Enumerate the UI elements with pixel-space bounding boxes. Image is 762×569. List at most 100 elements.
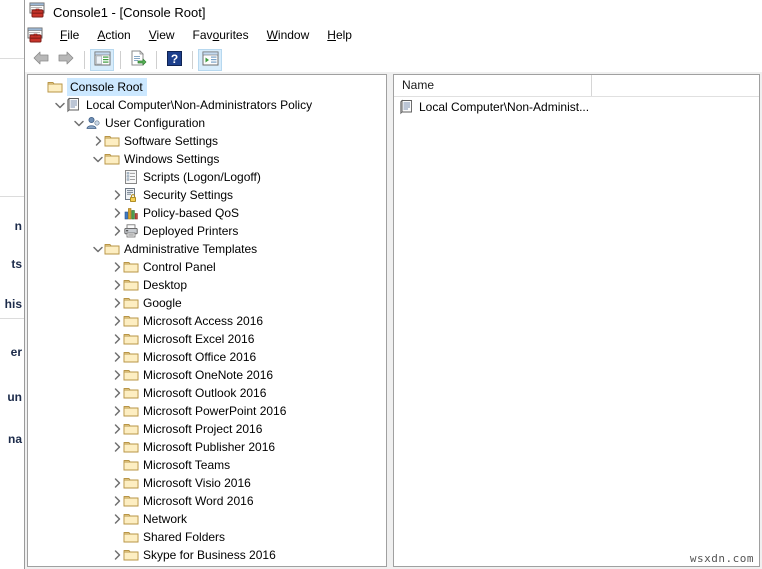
tree-node[interactable]: Local Computer\Non-Administrators Policy — [28, 96, 386, 114]
folder-icon — [104, 133, 120, 149]
tree-node[interactable]: Network — [28, 510, 386, 528]
bar-chart-icon — [123, 205, 139, 221]
tree-node[interactable]: User Configuration — [28, 114, 386, 132]
menu-item-help[interactable]: Help — [318, 26, 361, 44]
tree-node[interactable]: Microsoft OneNote 2016 — [28, 366, 386, 384]
tree-node[interactable]: Desktop — [28, 276, 386, 294]
tree-node[interactable]: Google — [28, 294, 386, 312]
tree-node[interactable]: Skype for Business 2016 — [28, 546, 386, 564]
result-pane[interactable]: Name Local Computer\Non-Administ... — [393, 74, 760, 567]
tree-expander-none — [110, 456, 123, 474]
tree-node[interactable]: Security Settings — [28, 186, 386, 204]
console-tree: Console Root Local Computer\Non-Administr… — [28, 75, 386, 566]
chevron-right-icon[interactable] — [110, 510, 123, 528]
folder-icon — [47, 79, 63, 95]
toolbar-separator — [84, 50, 85, 69]
tree-node[interactable]: Control Panel — [28, 258, 386, 276]
chevron-right-icon[interactable] — [110, 186, 123, 204]
menu-item-file[interactable]: File — [51, 26, 88, 44]
chevron-down-icon[interactable] — [72, 114, 85, 132]
tree-node[interactable]: Shared Folders — [28, 528, 386, 546]
tree-node-label: Console Root — [67, 78, 147, 96]
back-arrow-icon — [32, 50, 50, 69]
tree-node[interactable]: Windows Settings — [28, 150, 386, 168]
forward-button[interactable] — [54, 49, 78, 71]
tree-node[interactable] — [28, 564, 386, 566]
chevron-down-icon[interactable] — [53, 96, 66, 114]
watermark: wsxdn.com — [689, 552, 754, 565]
folder-icon — [104, 151, 120, 167]
background-text-fragment: na — [7, 432, 22, 446]
chevron-right-icon[interactable] — [110, 474, 123, 492]
folder-icon — [123, 547, 139, 563]
svg-text:?: ? — [170, 52, 177, 66]
export-list-button[interactable] — [126, 49, 150, 71]
title-bar[interactable]: Console1 - [Console Root] — [25, 0, 762, 24]
tree-node[interactable]: Microsoft Project 2016 — [28, 420, 386, 438]
chevron-right-icon[interactable] — [110, 366, 123, 384]
tree-node[interactable]: Microsoft Teams — [28, 456, 386, 474]
mmc-console-icon — [27, 27, 45, 43]
tree-node[interactable]: Policy-based QoS — [28, 204, 386, 222]
chevron-down-icon[interactable] — [91, 240, 104, 258]
tree-node[interactable]: Administrative Templates — [28, 240, 386, 258]
tree-node[interactable]: Microsoft Visio 2016 — [28, 474, 386, 492]
menu-item-action[interactable]: Action — [88, 26, 139, 44]
help-button[interactable]: ? — [162, 49, 186, 71]
chevron-right-icon[interactable] — [110, 402, 123, 420]
chevron-right-icon[interactable] — [110, 222, 123, 240]
menu-item-favourites[interactable]: Favourites — [184, 26, 258, 44]
list-item[interactable]: Local Computer\Non-Administ... — [394, 97, 759, 117]
tree-node[interactable]: Microsoft Excel 2016 — [28, 330, 386, 348]
tree-node-label: Scripts (Logon/Logoff) — [143, 170, 261, 184]
back-button[interactable] — [29, 49, 53, 71]
show-hide-console-tree-button[interactable] — [90, 48, 114, 71]
chevron-right-icon[interactable] — [110, 438, 123, 456]
chevron-right-icon[interactable] — [110, 330, 123, 348]
folder-icon — [123, 295, 139, 311]
chevron-right-icon[interactable] — [110, 276, 123, 294]
tree-node-label: Shared Folders — [143, 530, 226, 544]
chevron-right-icon[interactable] — [110, 420, 123, 438]
tree-node[interactable]: Microsoft Word 2016 — [28, 492, 386, 510]
chevron-right-icon[interactable] — [110, 492, 123, 510]
tree-node[interactable]: Scripts (Logon/Logoff) — [28, 168, 386, 186]
chevron-down-icon[interactable] — [91, 150, 104, 168]
show-hide-action-pane-button[interactable] — [198, 48, 222, 71]
tree-expander-none — [110, 168, 123, 186]
tree-node[interactable]: Microsoft PowerPoint 2016 — [28, 402, 386, 420]
column-header-name[interactable]: Name — [394, 75, 592, 96]
chevron-right-icon[interactable] — [110, 312, 123, 330]
tree-node-label: Network — [143, 512, 188, 526]
chevron-right-icon[interactable] — [110, 348, 123, 366]
tree-node-label: Microsoft Publisher 2016 — [143, 440, 276, 454]
printer-icon — [123, 223, 139, 239]
chevron-right-icon[interactable] — [110, 204, 123, 222]
tree-node[interactable]: Console Root — [28, 78, 386, 96]
tree-node-label: Deployed Printers — [143, 224, 239, 238]
console-tree-pane[interactable]: Console Root Local Computer\Non-Administr… — [27, 74, 387, 567]
tree-node[interactable]: Microsoft Access 2016 — [28, 312, 386, 330]
tree-node[interactable]: Microsoft Publisher 2016 — [28, 438, 386, 456]
folder-icon — [104, 241, 120, 257]
export-list-icon — [130, 50, 147, 69]
result-list: Local Computer\Non-Administ... — [394, 97, 759, 117]
folder-icon — [123, 511, 139, 527]
tree-node-label: Microsoft PowerPoint 2016 — [143, 404, 287, 418]
tree-node[interactable]: Microsoft Office 2016 — [28, 348, 386, 366]
tree-node-label: Microsoft Word 2016 — [143, 494, 254, 508]
tree-node-label: Desktop — [143, 278, 188, 292]
tree-node[interactable]: Deployed Printers — [28, 222, 386, 240]
menu-item-window[interactable]: Window — [258, 26, 319, 44]
chevron-right-icon[interactable] — [110, 384, 123, 402]
tree-node[interactable]: Software Settings — [28, 132, 386, 150]
menu-item-view[interactable]: View — [140, 26, 184, 44]
background-text-fragment: n — [14, 219, 22, 233]
tree-node[interactable]: Microsoft Outlook 2016 — [28, 384, 386, 402]
script-icon — [123, 169, 139, 185]
chevron-right-icon[interactable] — [110, 546, 123, 564]
chevron-right-icon[interactable] — [91, 132, 104, 150]
chevron-right-icon[interactable] — [110, 258, 123, 276]
background-window[interactable]: n ts his er un na — [0, 0, 24, 569]
chevron-right-icon[interactable] — [110, 294, 123, 312]
